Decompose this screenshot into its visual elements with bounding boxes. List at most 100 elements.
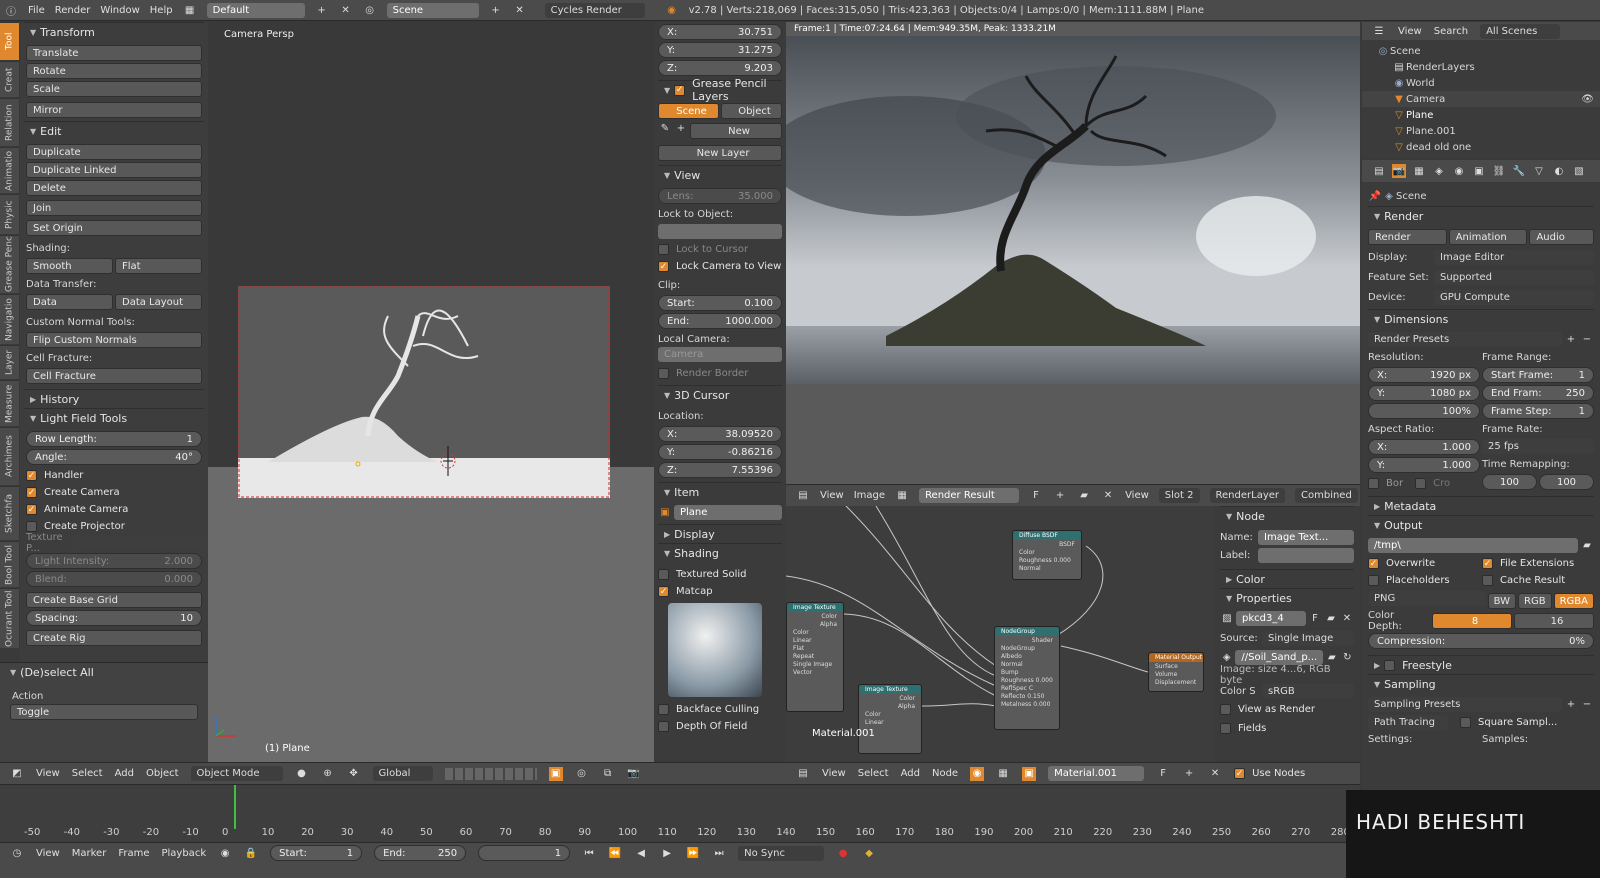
rgba-button[interactable]: RGBA (1553, 593, 1594, 609)
rgb-button[interactable]: RGB (1518, 593, 1552, 609)
outliner-search-menu[interactable]: Search (1434, 26, 1468, 37)
start-frame-field[interactable]: Start Frame: 1 (1482, 367, 1594, 383)
border-checkbox[interactable]: Bor (1368, 475, 1403, 492)
tab-tool[interactable]: Tool (0, 22, 19, 60)
image-browse-icon[interactable]: ▦ (895, 489, 909, 503)
angle-field[interactable]: Angle: 40° (26, 449, 202, 465)
render-preview-icon[interactable]: 📷 (627, 767, 641, 781)
close-scene-icon[interactable]: ✕ (513, 3, 527, 17)
node-editor-type-icon[interactable]: ▤ (796, 767, 810, 781)
toggle-select[interactable]: Toggle (10, 704, 198, 720)
jump-start-icon[interactable]: ⏮ (582, 846, 596, 860)
remove-sampling-preset-icon[interactable]: − (1580, 698, 1594, 712)
tab-animation[interactable]: Animatio (0, 147, 19, 193)
render-image-area[interactable]: Frame:1 | Time:07:24.64 | Mem:949.35M, P… (786, 22, 1360, 484)
gp-object-button[interactable]: Object (721, 103, 782, 119)
render-pass-select[interactable]: Combined (1295, 488, 1358, 503)
shading-mode-icon[interactable]: ● (295, 767, 309, 781)
modifier-tab-icon[interactable]: 🔧 (1512, 164, 1526, 178)
node-diffuse-bsdf[interactable]: Diffuse BSDF BSDF Color Roughness 0.000 … (1012, 530, 1082, 580)
tab-create[interactable]: Creat (0, 61, 19, 97)
spacing-field[interactable]: Spacing: 10 (26, 610, 202, 626)
compression-field[interactable]: Compression: 0% (1368, 633, 1594, 649)
render-layer-select[interactable]: RenderLayer (1209, 488, 1285, 503)
cursor-x-field[interactable]: X: 38.09520 (658, 426, 782, 442)
node-open-icon[interactable]: ▰ (1324, 612, 1338, 626)
prev-key-icon[interactable]: ⏪ (608, 846, 622, 860)
render-header[interactable]: ▼ Render (1368, 206, 1594, 225)
display-select[interactable]: Image Editor (1434, 249, 1594, 265)
material-field[interactable]: Material.001 (1048, 766, 1145, 781)
set-origin-button[interactable]: Set Origin (26, 220, 202, 236)
tl-menu-marker[interactable]: Marker (72, 848, 107, 859)
node-editor[interactable]: Diffuse BSDF BSDF Color Roughness 0.000 … (786, 506, 1214, 762)
menu-window[interactable]: Window (100, 5, 139, 16)
remove-preset-icon[interactable]: − (1580, 333, 1594, 347)
texture-field[interactable] (78, 536, 202, 550)
duplicate-linked-button[interactable]: Duplicate Linked (26, 162, 202, 178)
grease-pencil-header[interactable]: ▼ ✓ Grease Pencil Layers (658, 77, 782, 103)
create-rig-button[interactable]: Create Rig (26, 630, 202, 646)
aspect-x-field[interactable]: X: 1.000 (1368, 439, 1480, 455)
add-scene-icon[interactable]: + (489, 3, 503, 17)
node-unlink-icon[interactable]: ✕ (1340, 612, 1354, 626)
outliner-item-camera[interactable]: ▼ Camera 👁 (1362, 91, 1600, 107)
layers-tab-icon[interactable]: ▦ (1412, 164, 1426, 178)
info-icon[interactable]: ⓘ (4, 3, 18, 18)
img-view-menu[interactable]: View (1125, 490, 1149, 501)
tab-archimesh[interactable]: Archimes (0, 427, 19, 485)
reload-icon[interactable]: ↻ (1341, 651, 1354, 665)
slot-select[interactable]: Slot 2 (1158, 488, 1200, 503)
fake-user-button[interactable]: F (1029, 489, 1043, 503)
img-menu-image[interactable]: Image (854, 490, 885, 501)
animation-button[interactable]: Animation (1448, 229, 1528, 245)
aspect-y-field[interactable]: Y: 1.000 (1368, 457, 1480, 473)
node-header[interactable]: ▼ Node (1220, 506, 1354, 525)
device-select[interactable]: GPU Compute (1434, 289, 1594, 305)
pencil-icon[interactable]: ✎ (658, 121, 672, 135)
snap-icon[interactable]: ⧉ (601, 767, 615, 781)
close-layout-icon[interactable]: ✕ (339, 3, 353, 17)
outliner-type-icon[interactable]: ☰ (1372, 24, 1386, 38)
image-name-field[interactable]: Render Result (919, 488, 1020, 503)
backface-culling-checkbox[interactable]: Backface Culling (658, 701, 782, 718)
node-image-texture-2[interactable]: Image Texture Color Alpha Color Linear (858, 684, 922, 754)
duplicate-button[interactable]: Duplicate (26, 144, 202, 160)
layout-icon[interactable]: ▦ (183, 3, 197, 17)
v3d-menu-add[interactable]: Add (115, 768, 134, 779)
tl-menu-view[interactable]: View (36, 848, 60, 859)
file-path-field[interactable]: //Soil_Sand_p... (1235, 650, 1324, 665)
outliner-item-plane[interactable]: ▽ Plane (1362, 107, 1600, 123)
deselect-header[interactable]: ▼ (De)select All (4, 663, 204, 682)
img-menu-view[interactable]: View (820, 490, 844, 501)
tl-menu-playback[interactable]: Playback (161, 848, 206, 859)
flat-button[interactable]: Flat (115, 258, 202, 274)
mode-select[interactable]: Object Mode (190, 766, 283, 781)
matcap-checkbox[interactable]: ✓ Matcap (658, 583, 782, 600)
current-frame-marker[interactable] (234, 785, 236, 829)
edit-header[interactable]: ▼ Edit (24, 121, 204, 140)
outliner-filter-select[interactable]: All Scenes (1480, 23, 1561, 39)
unlink-image-icon[interactable]: ✕ (1101, 489, 1115, 503)
delete-button[interactable]: Delete (26, 180, 202, 196)
item-header[interactable]: ▼ Item (658, 482, 782, 501)
location-x-field[interactable]: X: 30.751 (658, 24, 782, 40)
translate-button[interactable]: Translate (26, 45, 202, 61)
lock-cursor-checkbox[interactable]: Lock to Cursor (658, 241, 782, 258)
tab-navigation[interactable]: Navigatio (0, 294, 19, 344)
dimensions-header[interactable]: ▼ Dimensions (1368, 309, 1594, 328)
keyframe-icon[interactable]: ◆ (862, 846, 876, 860)
depth-8-button[interactable]: 8 (1432, 613, 1512, 629)
cache-result-checkbox[interactable]: Cache Result (1482, 572, 1594, 589)
resolution-percent-field[interactable]: 100% (1368, 403, 1480, 419)
clip-start-field[interactable]: Start: 0.100 (658, 295, 782, 311)
metadata-header[interactable]: ▶ Metadata (1368, 496, 1594, 515)
base-grid-button[interactable]: Create Base Grid (26, 592, 202, 608)
view-as-render-checkbox[interactable]: View as Render (1220, 701, 1354, 718)
color-header[interactable]: ▶ Color (1220, 569, 1354, 588)
freestyle-header[interactable]: ▶ Freestyle (1368, 655, 1594, 674)
lock-icon[interactable]: 🔒 (244, 846, 258, 860)
menu-file[interactable]: File (28, 5, 45, 16)
resolution-x-field[interactable]: X: 1920 px (1368, 367, 1480, 383)
end-frame-field[interactable]: End Fram: 250 (1482, 385, 1594, 401)
